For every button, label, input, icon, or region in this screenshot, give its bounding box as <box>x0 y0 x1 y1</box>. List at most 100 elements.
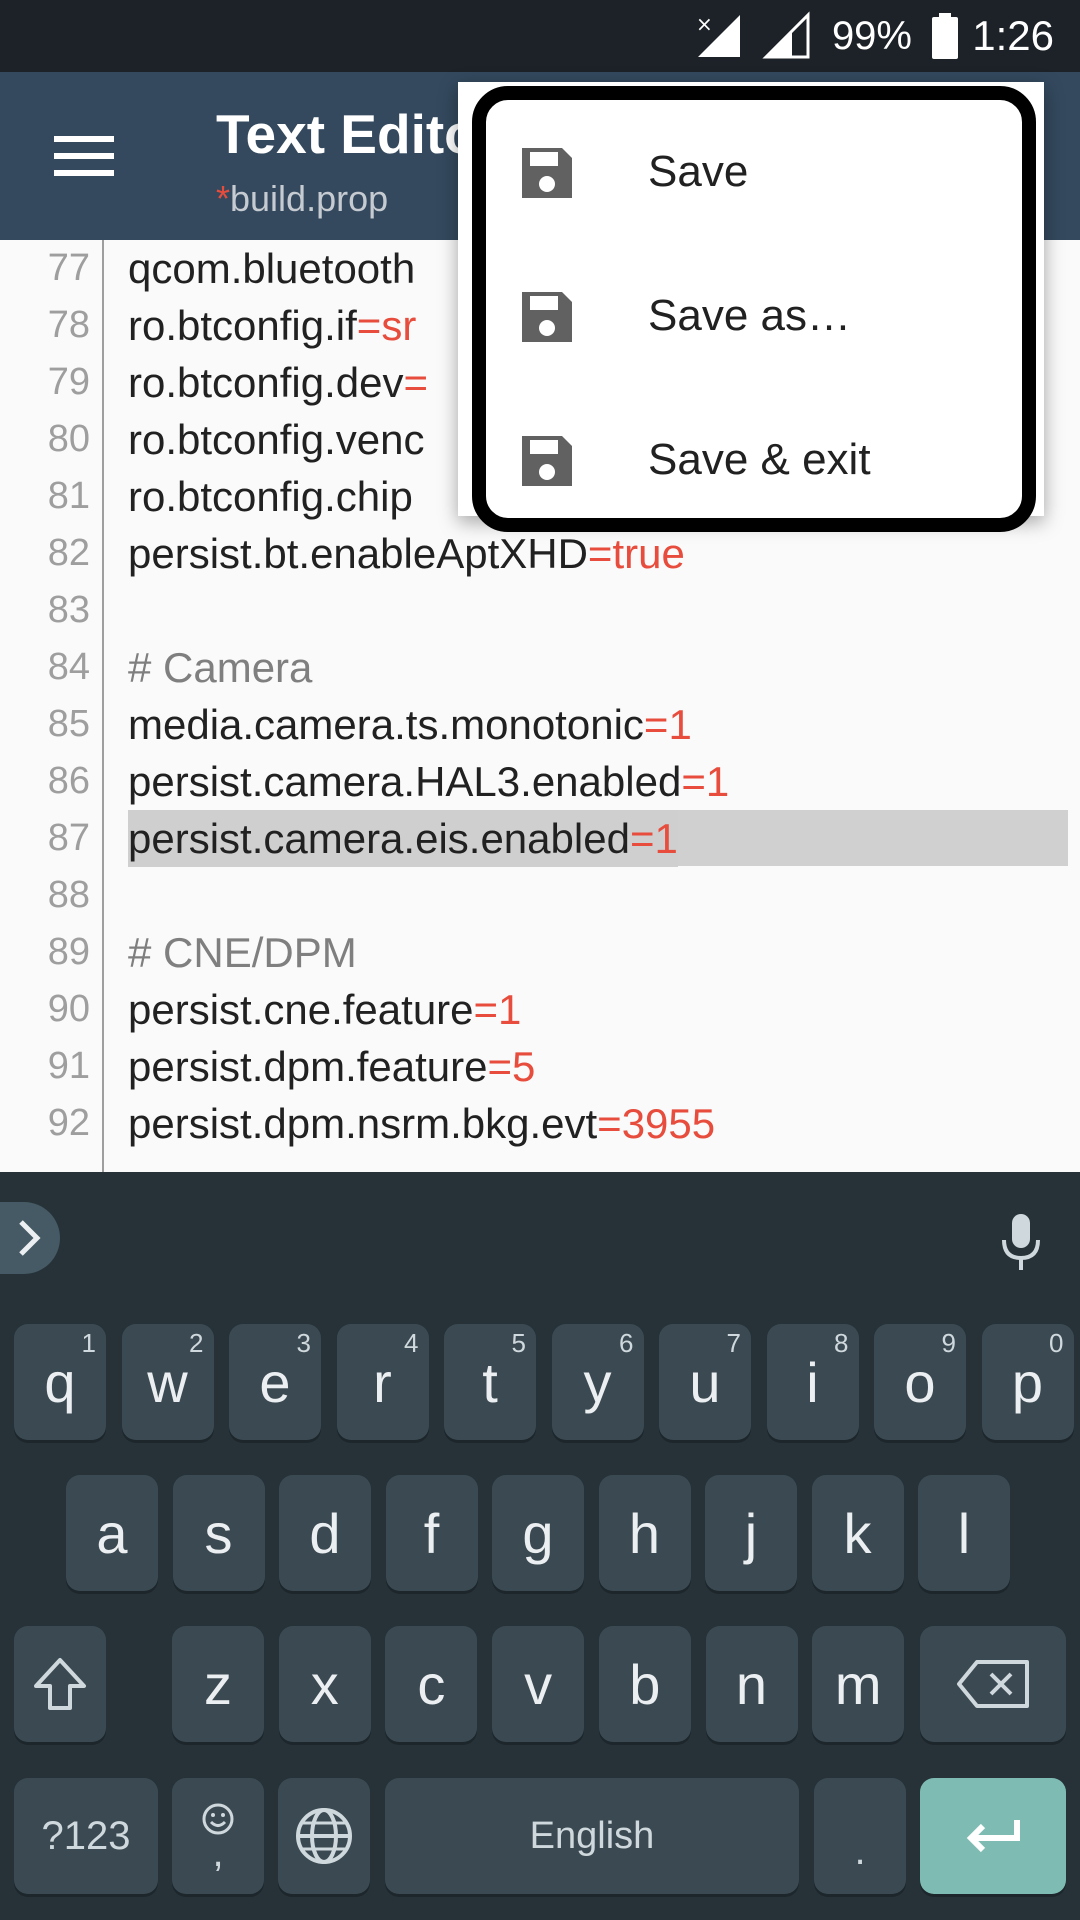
language-key[interactable] <box>278 1778 370 1894</box>
modified-marker: * <box>216 178 231 219</box>
key-letter: o <box>904 1350 936 1414</box>
symbols-key[interactable]: ?123 <box>14 1778 158 1894</box>
key-u[interactable]: u7 <box>659 1324 751 1440</box>
key-n[interactable]: n <box>705 1626 798 1742</box>
save-exit-icon <box>522 436 572 486</box>
key-p[interactable]: p0 <box>981 1324 1074 1440</box>
key-a[interactable]: a <box>66 1475 158 1591</box>
menu-item-save-as[interactable]: Save as… <box>486 244 1022 388</box>
code-text: persist.camera.HAL3.enabled=1 <box>128 753 729 810</box>
property-value: 3955 <box>621 1100 716 1147</box>
space-key[interactable]: English <box>385 1778 799 1894</box>
editor-line[interactable]: 85 media.camera.ts.monotonic=1 <box>0 696 1080 753</box>
key-letter: b <box>629 1652 661 1716</box>
editor-line[interactable]: 88 <box>0 867 1080 924</box>
key-letter: j <box>744 1501 758 1565</box>
key-g[interactable]: g <box>492 1475 584 1591</box>
key-j[interactable]: j <box>705 1475 797 1591</box>
key-e[interactable]: e3 <box>229 1324 321 1440</box>
code-text: persist.cne.feature=1 <box>128 981 521 1038</box>
editor-line[interactable]: 91 persist.dpm.feature=5 <box>0 1038 1080 1095</box>
cell-signal-icon <box>762 0 812 72</box>
property-key: # CNE/DPM <box>128 929 357 976</box>
key-r[interactable]: r4 <box>336 1324 429 1440</box>
code-comment: # CNE/DPM <box>128 924 357 981</box>
property-key: ro.btconfig.venc <box>128 416 425 463</box>
key-t[interactable]: t5 <box>444 1324 536 1440</box>
key-letter: i <box>806 1350 819 1414</box>
line-number: 91 <box>47 1045 90 1087</box>
key-b[interactable]: b <box>598 1626 691 1742</box>
save-menu: Save Save as… Save & exit <box>472 86 1036 532</box>
editor-line[interactable]: 84 # Camera <box>0 639 1080 696</box>
key-z[interactable]: z <box>172 1626 264 1742</box>
shift-key[interactable] <box>14 1626 106 1742</box>
key-letter: x <box>310 1652 339 1716</box>
backspace-key[interactable] <box>920 1626 1066 1742</box>
property-value: 1 <box>705 758 730 805</box>
key-number-hint: 3 <box>296 1328 311 1358</box>
svg-text:×: × <box>696 12 713 36</box>
key-v[interactable]: v <box>492 1626 585 1742</box>
property-key: persist.camera.HAL3.enabled <box>128 758 682 805</box>
editor-line[interactable]: 82 persist.bt.enableAptXHD=true <box>0 525 1080 582</box>
line-number: 79 <box>47 361 90 403</box>
property-separator: = <box>629 815 655 862</box>
save-as-icon <box>522 292 572 342</box>
key-w[interactable]: w2 <box>121 1324 214 1440</box>
code-text: ro.btconfig.if=sr <box>128 297 416 354</box>
key-number-hint: 0 <box>1049 1328 1064 1358</box>
key-d[interactable]: d <box>279 1475 371 1591</box>
editor-line[interactable]: 90 persist.cne.feature=1 <box>0 981 1080 1038</box>
key-number-hint: 4 <box>404 1328 419 1358</box>
key-o[interactable]: o9 <box>874 1324 966 1440</box>
editor-line[interactable]: 87 persist.camera.eis.enabled=1 <box>0 810 1080 867</box>
key-i[interactable]: i8 <box>766 1324 859 1440</box>
key-l[interactable]: l <box>918 1475 1010 1591</box>
app-title: Text Editor <box>216 103 500 165</box>
file-name-label: build.prop <box>230 178 389 219</box>
key-letter: e <box>259 1350 291 1414</box>
key-q[interactable]: q1 <box>14 1324 106 1440</box>
key-h[interactable]: h <box>598 1475 691 1591</box>
backspace-icon <box>957 1660 1029 1708</box>
code-text: ro.btconfig.dev= <box>128 354 428 411</box>
menu-item-label: Save & exit <box>648 435 871 484</box>
key-f[interactable]: f <box>385 1475 478 1591</box>
menu-item-save[interactable]: Save <box>486 100 1022 244</box>
menu-item-label: Save <box>648 147 749 196</box>
key-s[interactable]: s <box>172 1475 265 1591</box>
editor-line[interactable]: 92 persist.dpm.nsrm.bkg.evt=3955 <box>0 1095 1080 1152</box>
code-text: persist.dpm.nsrm.bkg.evt=3955 <box>128 1095 715 1152</box>
editor-line[interactable]: 86 persist.camera.HAL3.enabled=1 <box>0 753 1080 810</box>
key-letter: f <box>423 1501 440 1565</box>
property-value: sr <box>381 302 417 349</box>
key-y[interactable]: y6 <box>551 1324 644 1440</box>
key-x[interactable]: x <box>278 1626 371 1742</box>
code-text: persist.dpm.feature=5 <box>128 1038 535 1095</box>
keyboard-toolbar-toggle[interactable] <box>0 1202 60 1274</box>
enter-key[interactable] <box>920 1778 1066 1894</box>
property-separator: = <box>597 1100 622 1147</box>
menu-button[interactable] <box>40 112 128 200</box>
property-separator: = <box>487 1043 513 1090</box>
key-letter: k <box>843 1501 872 1565</box>
menu-item-save-exit[interactable]: Save & exit <box>486 388 1022 532</box>
property-key: persist.dpm.nsrm.bkg.evt <box>128 1100 598 1147</box>
key-k[interactable]: k <box>811 1475 904 1591</box>
editor-line[interactable]: 89 # CNE/DPM <box>0 924 1080 981</box>
line-number: 78 <box>47 304 90 346</box>
battery-percent: 99% <box>831 13 912 58</box>
period-key[interactable]: . <box>814 1778 906 1894</box>
battery-icon <box>930 0 960 72</box>
property-separator: = <box>473 986 499 1033</box>
key-c[interactable]: c <box>385 1626 478 1742</box>
status-bar: × 99% 1:26 <box>0 0 1080 72</box>
property-separator: = <box>587 530 613 577</box>
editor-line[interactable]: 83 <box>0 582 1080 639</box>
voice-input-button[interactable] <box>998 1212 1044 1272</box>
property-key: ro.btconfig.chip <box>128 473 413 520</box>
key-m[interactable]: m <box>812 1626 905 1742</box>
emoji-comma-key[interactable]: , <box>172 1778 264 1894</box>
key-letter: z <box>204 1652 232 1716</box>
